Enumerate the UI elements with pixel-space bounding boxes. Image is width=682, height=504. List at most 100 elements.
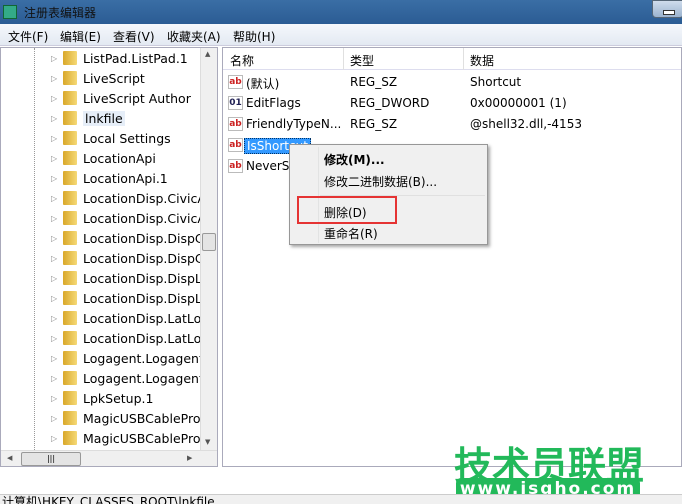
menu-item-rename[interactable]: 重命名(R) — [324, 225, 378, 242]
expand-arrow-icon[interactable]: ▷ — [51, 334, 59, 343]
tree-item-label: LocationDisp.DispLa — [83, 270, 210, 286]
tree-item-label: ListPad.ListPad.1 — [83, 50, 188, 66]
title-bar: 注册表编辑器 — [0, 0, 682, 24]
tree-item[interactable]: ▷ Logagent.Logagent — [51, 368, 204, 388]
expand-arrow-icon[interactable]: ▷ — [51, 154, 59, 163]
tree-item-label: LiveScript — [83, 70, 145, 86]
tree-item-label: LocationDisp.DispCi — [83, 230, 208, 246]
column-data[interactable]: 数据 — [470, 52, 494, 74]
value-row[interactable]: ab (默认) REG_SZ Shortcut — [223, 72, 681, 93]
folder-icon — [63, 51, 77, 65]
folder-icon — [63, 131, 77, 145]
folder-icon — [63, 151, 77, 165]
tree-item-label: LocationDisp.CivicAc — [83, 190, 213, 206]
column-name[interactable]: 名称 — [230, 52, 254, 74]
tree-item[interactable]: ▷ LocationDisp.DispCi — [51, 248, 207, 268]
menu-item-modify-binary[interactable]: 修改二进制数据(B)... — [324, 173, 437, 190]
tree-item[interactable]: ▷ MagicUSBCableProc — [51, 428, 207, 448]
value-row[interactable]: ab FriendlyTypeN... REG_SZ @shell32.dll,-41… — [223, 114, 681, 135]
column-type[interactable]: 类型 — [350, 52, 374, 74]
menu-file[interactable]: 文件(F) — [8, 28, 48, 45]
expand-arrow-icon[interactable]: ▷ — [51, 134, 59, 143]
tree-item-label: LocationDisp.LatLor — [83, 310, 207, 326]
value-name: (默认) — [246, 77, 280, 91]
string-value-icon: ab — [228, 138, 243, 152]
minimize-button[interactable] — [652, 0, 682, 18]
scroll-down-icon[interactable]: ▼ — [205, 438, 210, 446]
expand-arrow-icon[interactable]: ▷ — [51, 234, 59, 243]
tree-item[interactable]: ▷ LocationDisp.DispCi — [51, 228, 207, 248]
expand-arrow-icon[interactable]: ▷ — [51, 74, 59, 83]
expand-arrow-icon[interactable]: ▷ — [51, 414, 59, 423]
tree-item[interactable]: ▷ lnkfile — [51, 108, 125, 128]
expand-arrow-icon[interactable]: ▷ — [51, 94, 59, 103]
folder-icon — [63, 311, 77, 325]
tree-item[interactable]: ▷ LocationApi.1 — [51, 168, 168, 188]
scroll-right-icon[interactable]: ▶ — [187, 454, 192, 462]
value-name: EditFlags — [246, 96, 301, 110]
expand-arrow-icon[interactable]: ▷ — [51, 394, 59, 403]
expand-arrow-icon[interactable]: ▷ — [51, 194, 59, 203]
expand-arrow-icon[interactable]: ▷ — [51, 114, 59, 123]
tree-item[interactable]: ▷ LiveScript — [51, 68, 145, 88]
expand-arrow-icon[interactable]: ▷ — [51, 374, 59, 383]
tree-item[interactable]: ▷ LiveScript Author — [51, 88, 191, 108]
folder-icon — [63, 351, 77, 365]
tree-item-label: LpkSetup.1 — [83, 390, 154, 406]
expand-arrow-icon[interactable]: ▷ — [51, 54, 59, 63]
folder-icon — [63, 251, 77, 265]
expand-arrow-icon[interactable]: ▷ — [51, 314, 59, 323]
expand-arrow-icon[interactable]: ▷ — [51, 174, 59, 183]
expand-arrow-icon[interactable]: ▷ — [51, 254, 59, 263]
key-tree: ▷ ListPad.ListPad.1 ▷ LiveScript ▷ LiveScript… — [0, 47, 218, 467]
folder-icon — [63, 111, 77, 125]
tree-item[interactable]: ▷ LocationDisp.DispLa — [51, 268, 210, 288]
value-row[interactable]: 01 EditFlags REG_DWORD 0x00000001 (1) — [223, 93, 681, 114]
string-value-icon: ab — [228, 159, 243, 173]
tree-item-label: Logagent.Logagent — [83, 370, 204, 386]
tree-item[interactable]: ▷ LpkSetup.1 — [51, 388, 153, 408]
tree-item[interactable]: ▷ LocationDisp.CivicAc — [51, 188, 213, 208]
regedit-icon — [3, 5, 17, 19]
string-value-icon: ab — [228, 117, 243, 131]
tree-item[interactable]: ▷ LocationApi — [51, 148, 156, 168]
value-data: 0x00000001 (1) — [470, 96, 567, 110]
tree-item-label: LocationDisp.DispLa — [83, 290, 210, 306]
tree-item[interactable]: ▷ LocationDisp.CivicAc — [51, 208, 213, 228]
tree-horizontal-scrollbar[interactable]: ◀ ||| ▶ — [1, 450, 217, 466]
tree-vertical-scrollbar[interactable]: ▲ ▼ — [200, 48, 217, 453]
highlight-annotation — [297, 196, 397, 224]
expand-arrow-icon[interactable]: ▷ — [51, 274, 59, 283]
expand-arrow-icon[interactable]: ▷ — [51, 354, 59, 363]
scroll-thumb[interactable] — [202, 233, 216, 251]
tree-item[interactable]: ▷ MagicUSBCableProc — [51, 408, 207, 428]
scroll-up-icon[interactable]: ▲ — [205, 50, 210, 58]
tree-item[interactable]: ▷ LocationDisp.DispLa — [51, 288, 210, 308]
menu-favorites[interactable]: 收藏夹(A) — [167, 28, 221, 45]
tree-item-label: Logagent.Logagent — [83, 350, 204, 366]
tree-item[interactable]: ▷ LocationDisp.LatLor — [51, 328, 206, 348]
tree-item[interactable]: ▷ ListPad.ListPad.1 — [51, 48, 188, 68]
tree-item-label: lnkfile — [83, 110, 125, 126]
menu-item-modify[interactable]: 修改(M)... — [324, 151, 385, 168]
folder-icon — [63, 71, 77, 85]
menu-help[interactable]: 帮助(H) — [233, 28, 275, 45]
expand-arrow-icon[interactable]: ▷ — [51, 214, 59, 223]
tree-item[interactable]: ▷ Local Settings — [51, 128, 171, 148]
list-header: 名称 类型 数据 — [223, 48, 681, 70]
menu-view[interactable]: 查看(V) — [113, 28, 155, 45]
tree-item-label: MagicUSBCableProc — [83, 430, 208, 446]
scroll-thumb[interactable]: ||| — [21, 452, 81, 466]
context-menu: 修改(M)... 修改二进制数据(B)... 删除(D) 重命名(R) — [289, 144, 488, 245]
menu-edit[interactable]: 编辑(E) — [60, 28, 101, 45]
value-type: REG_SZ — [350, 117, 398, 131]
expand-arrow-icon[interactable]: ▷ — [51, 294, 59, 303]
status-bar: 计算机\HKEY_CLASSES_ROOT\lnkfile — [0, 494, 682, 504]
folder-icon — [63, 331, 77, 345]
scroll-left-icon[interactable]: ◀ — [7, 454, 12, 462]
tree-item[interactable]: ▷ LocationDisp.LatLor — [51, 308, 206, 328]
tree-item[interactable]: ▷ Logagent.Logagent — [51, 348, 204, 368]
expand-arrow-icon[interactable]: ▷ — [51, 434, 59, 443]
folder-icon — [63, 91, 77, 105]
value-type: REG_DWORD — [350, 96, 430, 110]
